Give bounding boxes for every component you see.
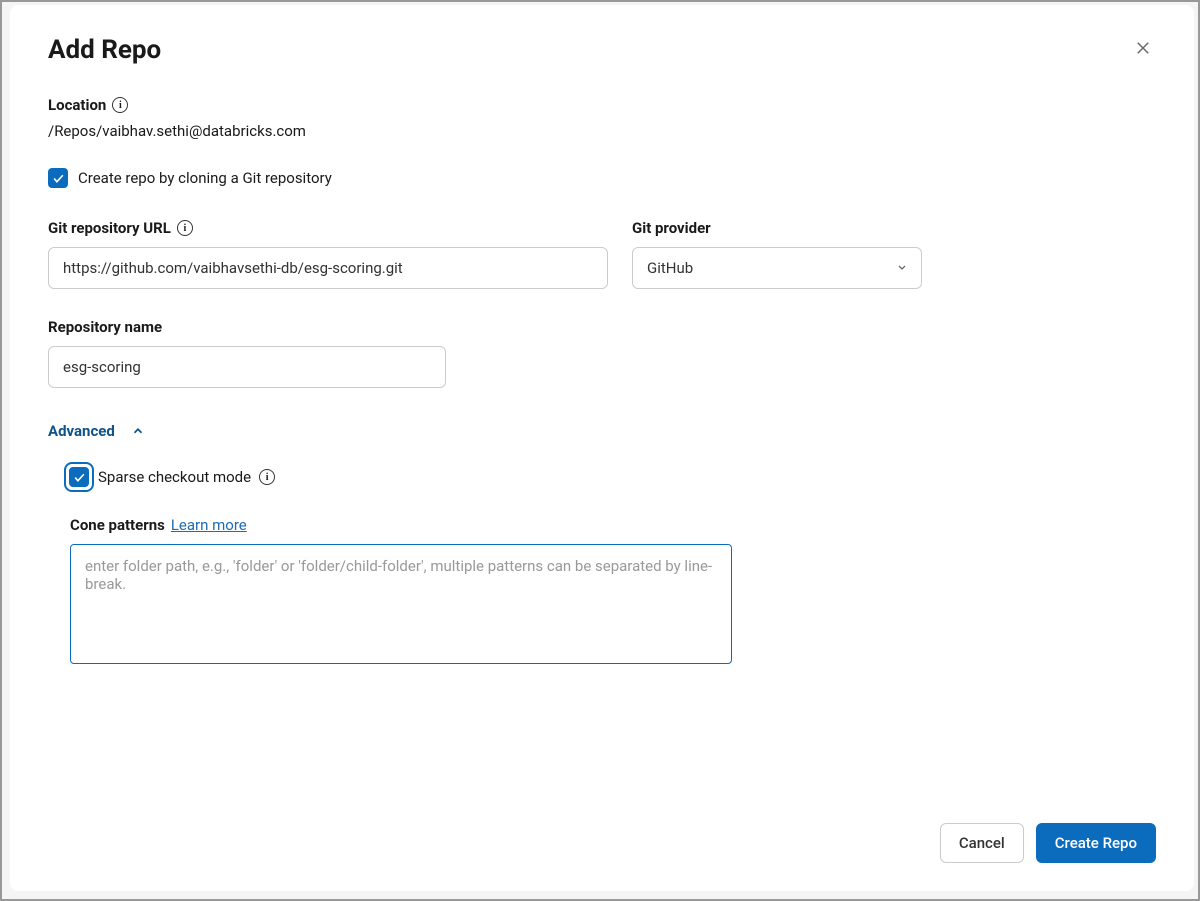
modal-footer: Cancel Create Repo (48, 823, 1156, 863)
close-button[interactable] (1130, 35, 1156, 64)
info-icon[interactable]: i (177, 220, 193, 236)
git-url-label: Git repository URL i (48, 219, 193, 237)
location-label: Location i (48, 96, 128, 114)
sparse-checkbox[interactable] (69, 467, 89, 487)
git-provider-label: Git provider (632, 219, 711, 237)
url-provider-row: Git repository URL i Git provider GitHub (48, 218, 1156, 289)
cone-patterns-textarea[interactable] (70, 544, 732, 664)
chevron-up-icon (131, 424, 145, 438)
sparse-checkbox-focus-ring (64, 462, 94, 492)
repo-name-label: Repository name (48, 318, 162, 336)
git-provider-field: Git provider GitHub (632, 218, 922, 289)
sparse-label-text: Sparse checkout mode (98, 468, 251, 486)
clone-checkbox-row: Create repo by cloning a Git repository (48, 168, 1156, 188)
location-label-text: Location (48, 96, 106, 114)
info-icon[interactable]: i (112, 97, 128, 113)
modal-header: Add Repo (48, 35, 1156, 65)
modal-title: Add Repo (48, 35, 161, 65)
cone-patterns-section: Cone patterns Learn more (64, 516, 1156, 668)
repo-name-field: Repository name (48, 317, 446, 388)
learn-more-link[interactable]: Learn more (171, 516, 247, 534)
repo-name-input[interactable] (48, 346, 446, 388)
add-repo-modal: Add Repo Location i /Repos/vaibhav.sethi… (10, 5, 1194, 891)
close-icon (1134, 39, 1152, 57)
create-repo-button[interactable]: Create Repo (1036, 823, 1156, 863)
location-section: Location i /Repos/vaibhav.sethi@databric… (48, 95, 1156, 140)
cone-label-row: Cone patterns Learn more (70, 516, 1156, 534)
clone-checkbox[interactable] (48, 168, 68, 188)
clone-checkbox-label: Create repo by cloning a Git repository (78, 169, 332, 187)
advanced-toggle-label: Advanced (48, 422, 115, 440)
cone-patterns-label: Cone patterns (70, 516, 165, 534)
git-url-label-text: Git repository URL (48, 219, 171, 237)
advanced-section: Sparse checkout mode i Cone patterns Lea… (48, 462, 1156, 668)
location-path: /Repos/vaibhav.sethi@databricks.com (48, 122, 1156, 140)
check-icon (52, 172, 65, 185)
sparse-checkbox-row: Sparse checkout mode i (64, 462, 1156, 492)
cancel-button[interactable]: Cancel (940, 823, 1024, 863)
sparse-checkbox-label: Sparse checkout mode i (98, 468, 275, 486)
git-url-input[interactable] (48, 247, 608, 289)
git-url-field: Git repository URL i (48, 218, 608, 289)
info-icon[interactable]: i (259, 469, 275, 485)
git-provider-select[interactable]: GitHub (632, 247, 922, 289)
check-icon (73, 471, 86, 484)
advanced-toggle[interactable]: Advanced (48, 422, 1156, 440)
